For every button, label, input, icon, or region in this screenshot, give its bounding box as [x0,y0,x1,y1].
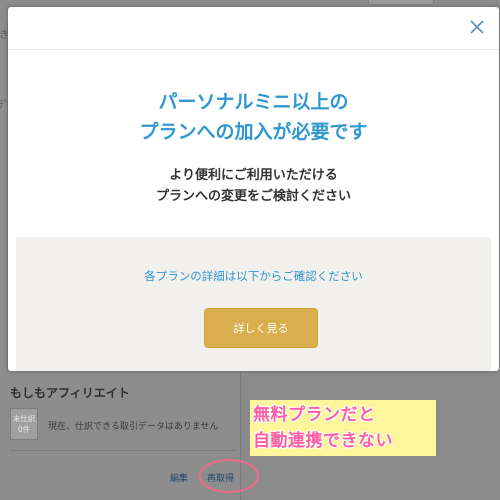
status-badge-label: 未仕訳 [12,414,36,423]
topbar-button[interactable] [368,0,434,5]
modal-description: より便利にご利用いただける プランへの変更をご検討ください [8,165,499,207]
modal-description-line: プランへの変更をご検討ください [155,189,351,204]
status-badge: 未仕訳 0件 [10,408,38,440]
edit-link[interactable]: 編集 [170,471,188,484]
annotation-line: 自動連携できない [253,431,393,451]
service-name: もしもアフィリエイト [10,386,130,400]
modal-title-line: パーソナルミニ以上の [158,91,349,113]
view-details-button[interactable]: 詳しく見る [204,308,318,348]
annotation-line: 無料プランだと [253,405,376,425]
card-divider-line [10,450,236,451]
left-panel-edge [0,22,8,372]
modal-header-divider [8,49,499,50]
modal-footer: 各プランの詳細は以下からご確認ください 詳しく見る [16,237,491,371]
modal-title: パーソナルミニ以上の プランへの加入が必要です [8,87,499,147]
left-panel-text: ﾃﾞ [0,100,8,111]
status-text: 現在、仕訳できる取引データはありません [48,422,219,432]
annotation-circle [199,459,259,493]
plan-details-text: 各プランの詳細は以下からご確認ください [144,269,363,283]
modal-title-line: プランへの加入が必要です [139,121,368,143]
left-panel-text: き [0,30,8,41]
status-badge-count: 0件 [17,425,31,434]
annotation-note: 無料プランだと 自動連携できない [250,400,436,456]
close-button[interactable] [467,17,487,37]
upgrade-modal: パーソナルミニ以上の プランへの加入が必要です より便利にご利用いただける プラ… [8,7,499,371]
close-icon [470,20,484,34]
modal-description-line: より便利にご利用いただける [169,168,338,183]
